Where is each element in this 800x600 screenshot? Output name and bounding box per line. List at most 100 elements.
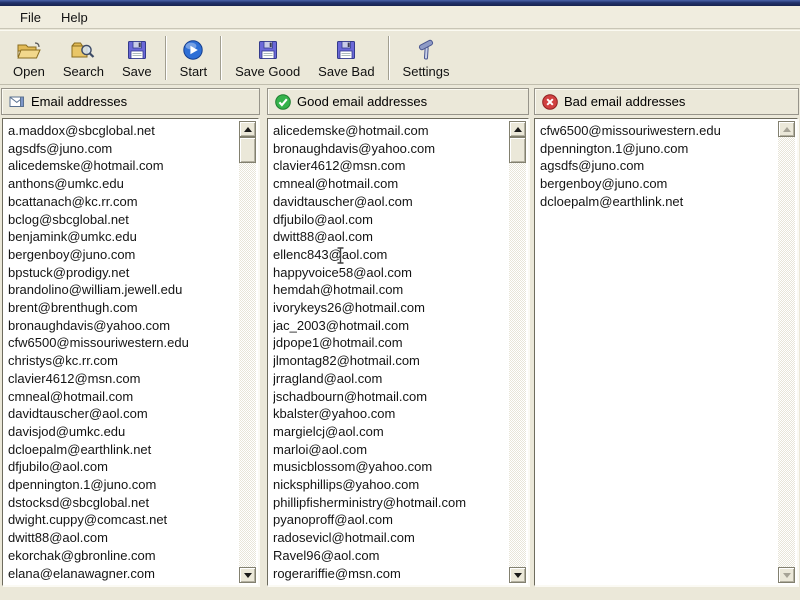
list-item[interactable]: dwight.cuppy@comcast.net <box>8 511 237 529</box>
list-item[interactable]: marloi@aol.com <box>273 441 507 459</box>
settings-button[interactable]: Settings <box>394 34 459 82</box>
list-item[interactable]: ivorykeys26@hotmail.com <box>273 299 507 317</box>
list-item[interactable]: elana@elanawagner.com <box>8 565 237 583</box>
email-addresses-rows: a.maddox@sbcglobal.net agsdfs@juno.com ali… <box>8 122 237 583</box>
list-item[interactable]: jac_2003@hotmail.com <box>273 317 507 335</box>
list-item[interactable]: bergenboy@juno.com <box>540 175 776 193</box>
list-item[interactable]: brandolino@william.jewell.edu <box>8 281 237 299</box>
list-item[interactable]: davisjod@umkc.edu <box>8 423 237 441</box>
start-button-label: Start <box>179 64 208 79</box>
list-item[interactable]: dcloepalm@earthlink.net <box>8 441 237 459</box>
scrollbar-thumb[interactable] <box>239 137 256 163</box>
open-folder-icon <box>16 39 42 61</box>
list-item[interactable]: bronaughdavis@yahoo.com <box>273 140 507 158</box>
bad-email-addresses-rows: cfw6500@missouriwestern.edu dpennington.1… <box>540 122 776 583</box>
bad-email-addresses-list[interactable]: cfw6500@missouriwestern.edu dpennington.1… <box>534 118 798 586</box>
start-button[interactable]: Start <box>171 34 216 82</box>
list-item[interactable]: ellenc843@aol.com <box>273 246 507 264</box>
scroll-up-button-disabled <box>778 121 795 137</box>
list-item[interactable]: cmneal@hotmail.com <box>273 175 507 193</box>
list-item[interactable]: a.maddox@sbcglobal.net <box>8 122 237 140</box>
list-item[interactable]: dpennington.1@juno.com <box>8 476 237 494</box>
scroll-down-button[interactable] <box>239 567 256 583</box>
list-item[interactable]: agsdfs@juno.com <box>8 140 237 158</box>
save-button-label: Save <box>122 64 152 79</box>
list-item[interactable]: dwitt88@aol.com <box>273 228 507 246</box>
list-item[interactable]: radosevicl@hotmail.com <box>273 529 507 547</box>
toolbar-separator <box>387 36 390 80</box>
list-item[interactable]: bclog@sbcglobal.net <box>8 211 237 229</box>
list-item[interactable]: cfw6500@missouriwestern.edu <box>8 334 237 352</box>
list-item[interactable]: agsdfs@juno.com <box>540 157 776 175</box>
good-list-scrollbar[interactable] <box>509 121 526 583</box>
list-item[interactable]: davidtauscher@aol.com <box>8 405 237 423</box>
list-item[interactable]: bergenboy@juno.com <box>8 246 237 264</box>
bad-x-icon <box>542 93 558 110</box>
email-list-scrollbar[interactable] <box>239 121 256 583</box>
toolbar-separator <box>220 36 223 80</box>
list-item[interactable]: jrragland@aol.com <box>273 370 507 388</box>
list-item[interactable]: margielcj@aol.com <box>273 423 507 441</box>
tools-hammer-icon <box>415 39 437 61</box>
list-item[interactable]: dwitt88@aol.com <box>8 529 237 547</box>
list-item[interactable]: davidtauscher@aol.com <box>273 193 507 211</box>
scroll-down-button[interactable] <box>509 567 526 583</box>
list-item[interactable]: dstocksd@sbcglobal.net <box>8 494 237 512</box>
list-item[interactable]: clavier4612@msn.com <box>8 370 237 388</box>
bad-email-addresses-header: Bad email addresses <box>534 88 799 115</box>
list-item[interactable]: pyanoproff@aol.com <box>273 511 507 529</box>
list-item[interactable]: cfw6500@missouriwestern.edu <box>540 122 776 140</box>
list-item[interactable]: phillipfisherministry@hotmail.com <box>273 494 507 512</box>
list-item[interactable]: hemdah@hotmail.com <box>273 281 507 299</box>
open-button[interactable]: Open <box>4 34 54 82</box>
list-item[interactable]: brent@brenthugh.com <box>8 299 237 317</box>
list-item[interactable]: Ravel96@aol.com <box>273 547 507 565</box>
good-email-addresses-list[interactable]: alicedemske@hotmail.com bronaughdavis@yah… <box>267 118 529 586</box>
list-item[interactable]: kbalster@yahoo.com <box>273 405 507 423</box>
floppy-disk-icon <box>257 39 279 61</box>
list-item[interactable]: musicblossom@yahoo.com <box>273 458 507 476</box>
menu-help[interactable]: Help <box>51 8 98 27</box>
list-item[interactable]: dpennington.1@juno.com <box>540 140 776 158</box>
list-item[interactable]: happyvoice58@aol.com <box>273 264 507 282</box>
open-button-label: Open <box>13 64 45 79</box>
floppy-disk-icon <box>335 39 357 61</box>
scroll-up-button[interactable] <box>509 121 526 137</box>
scroll-up-button[interactable] <box>239 121 256 137</box>
good-email-addresses-rows: alicedemske@hotmail.com bronaughdavis@yah… <box>273 122 507 583</box>
bad-email-addresses-title: Bad email addresses <box>564 94 686 109</box>
list-item[interactable]: dcloepalm@earthlink.net <box>540 193 776 211</box>
list-item[interactable]: bpstuck@prodigy.net <box>8 264 237 282</box>
list-item[interactable]: jdpope1@hotmail.com <box>273 334 507 352</box>
list-item[interactable]: ekorchak@gbronline.com <box>8 547 237 565</box>
menu-file[interactable]: File <box>10 8 51 27</box>
list-item[interactable]: anthons@umkc.edu <box>8 175 237 193</box>
email-verifier-window: File Help Open Search Save Start Save Go… <box>0 0 800 600</box>
list-item[interactable]: alicedemske@hotmail.com <box>8 157 237 175</box>
list-item[interactable]: jschadbourn@hotmail.com <box>273 388 507 406</box>
email-envelope-icon <box>9 95 25 108</box>
list-item[interactable]: cmneal@hotmail.com <box>8 388 237 406</box>
save-button[interactable]: Save <box>113 34 161 82</box>
list-item[interactable]: rogerariffie@msn.com <box>273 565 507 583</box>
list-item[interactable]: clavier4612@msn.com <box>273 157 507 175</box>
list-item[interactable]: benjamink@umkc.edu <box>8 228 237 246</box>
list-item[interactable]: bronaughdavis@yahoo.com <box>8 317 237 335</box>
list-item[interactable]: dfjubilo@aol.com <box>273 211 507 229</box>
save-good-button[interactable]: Save Good <box>226 34 309 82</box>
start-play-icon <box>182 39 204 61</box>
email-addresses-header: Email addresses <box>1 88 260 115</box>
scroll-down-button-disabled <box>778 567 795 583</box>
good-email-addresses-header: Good email addresses <box>267 88 529 115</box>
email-addresses-list[interactable]: a.maddox@sbcglobal.net agsdfs@juno.com ali… <box>2 118 259 586</box>
list-item[interactable]: bcattanach@kc.rr.com <box>8 193 237 211</box>
list-item[interactable]: alicedemske@hotmail.com <box>273 122 507 140</box>
search-button[interactable]: Search <box>54 34 113 82</box>
save-bad-button[interactable]: Save Bad <box>309 34 383 82</box>
list-item[interactable]: christys@kc.rr.com <box>8 352 237 370</box>
list-item[interactable]: jlmontag82@hotmail.com <box>273 352 507 370</box>
scrollbar-thumb[interactable] <box>509 137 526 163</box>
list-item[interactable]: nicksphillips@yahoo.com <box>273 476 507 494</box>
text-cursor-ibeam <box>336 247 345 269</box>
list-item[interactable]: dfjubilo@aol.com <box>8 458 237 476</box>
